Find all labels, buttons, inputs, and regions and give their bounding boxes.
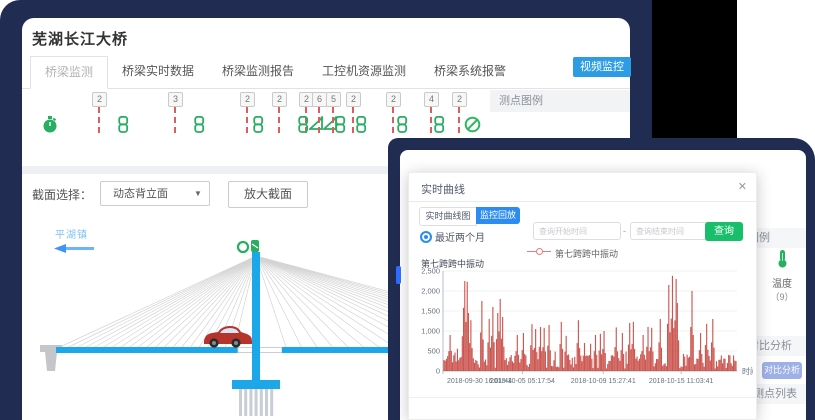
tab-monitor-playback[interactable]: 监控回放 bbox=[476, 207, 520, 224]
tab-2[interactable]: 桥梁监测报告 bbox=[208, 56, 308, 87]
dialog-title: 实时曲线 bbox=[421, 181, 465, 197]
svg-text:2,500: 2,500 bbox=[421, 267, 440, 276]
link-icon[interactable] bbox=[253, 116, 264, 138]
link-icon[interactable] bbox=[194, 116, 205, 138]
legend-line-marker bbox=[527, 251, 551, 252]
video-monitor-button[interactable]: 视频监控 bbox=[573, 57, 631, 77]
radio-last-two-months[interactable] bbox=[420, 231, 432, 243]
sensor-count-badge[interactable]: 2 bbox=[346, 92, 361, 107]
zoom-section-button[interactable]: 放大截面 bbox=[228, 181, 308, 208]
sensor-dashed-line bbox=[352, 107, 354, 133]
svg-text:2018-10-05 05:17:54: 2018-10-05 05:17:54 bbox=[490, 378, 555, 385]
temperature-count: （9） bbox=[758, 290, 806, 303]
section-select-label: 截面选择： bbox=[32, 186, 92, 203]
sensor-count-badge[interactable]: 5 bbox=[326, 92, 341, 107]
link-icon[interactable] bbox=[434, 116, 445, 138]
noentry-icon[interactable] bbox=[464, 116, 481, 138]
tower-cap bbox=[232, 380, 280, 389]
tab-4[interactable]: 桥梁系统报警 bbox=[420, 56, 520, 87]
legend-panel-title: 测点图例 bbox=[490, 90, 630, 112]
svg-text:0: 0 bbox=[436, 367, 440, 376]
svg-text:1,000: 1,000 bbox=[421, 327, 440, 336]
link-icon[interactable] bbox=[298, 116, 309, 138]
link-icon[interactable] bbox=[356, 116, 367, 138]
screenshot-canvas: 芜湖长江大桥 桥梁监测桥梁实时数据桥梁监测报告工控机资源监测桥梁系统报警 视频监… bbox=[0, 0, 815, 420]
close-icon[interactable]: ✕ bbox=[738, 180, 747, 193]
bridge-tower bbox=[252, 252, 260, 380]
temperature-label: 温度 bbox=[758, 275, 806, 290]
tab-1[interactable]: 桥梁实时数据 bbox=[108, 56, 208, 87]
tower-piles bbox=[239, 389, 273, 416]
sidebar-temperature-item[interactable]: 温度 （9） bbox=[758, 250, 806, 303]
sensor-count-badge[interactable]: 2 bbox=[452, 92, 467, 107]
svg-text:2018-10-15 11:03:41: 2018-10-15 11:03:41 bbox=[649, 378, 714, 385]
scrollbar-thumb[interactable] bbox=[396, 266, 401, 284]
range-separator: - bbox=[623, 226, 626, 236]
svg-text:2,000: 2,000 bbox=[421, 287, 440, 296]
svg-text:时间: 时间 bbox=[742, 366, 753, 376]
dialog-header: 实时曲线 ✕ bbox=[409, 173, 756, 202]
sensor-count-badge[interactable]: 2 bbox=[386, 92, 401, 107]
svg-text:500: 500 bbox=[427, 347, 440, 356]
chevron-down-icon[interactable]: ▼ bbox=[194, 181, 202, 206]
sensor-count-badge[interactable]: 2 bbox=[272, 92, 287, 107]
thermometer-icon bbox=[776, 250, 789, 268]
sensor-dashed-line bbox=[98, 107, 100, 133]
vibration-chart[interactable]: 05001,0001,5002,0002,5002018-09-30 16:01… bbox=[417, 265, 753, 395]
sensor-count-badge[interactable]: 3 bbox=[168, 92, 183, 107]
sensor-dashed-line bbox=[246, 107, 248, 133]
svg-text:1,500: 1,500 bbox=[421, 307, 440, 316]
tab-realtime-curve[interactable]: 实时曲线图 bbox=[419, 207, 477, 226]
link-icon[interactable] bbox=[118, 116, 129, 138]
link-icon[interactable] bbox=[335, 116, 346, 138]
dialog-footer-divider bbox=[409, 397, 756, 398]
left-arrow-icon bbox=[54, 244, 94, 253]
car bbox=[204, 326, 252, 348]
black-rect-top-right bbox=[652, 0, 737, 138]
main-tabbar: 桥梁监测桥梁实时数据桥梁监测报告工控机资源监测桥梁系统报警 bbox=[22, 56, 630, 89]
tower-top-sensor-icons[interactable] bbox=[238, 240, 259, 252]
page-title: 芜湖长江大桥 bbox=[32, 28, 128, 49]
realtime-curve-dialog: 实时曲线 ✕ 实时曲线图 监控回放 最近两个月 - 查询 第七跨跨中振动 第七跨… bbox=[408, 172, 757, 420]
link-icon[interactable] bbox=[397, 116, 408, 138]
sensor-dashed-line bbox=[392, 107, 394, 133]
sensor-count-badge[interactable]: 2 bbox=[92, 92, 107, 107]
query-button[interactable]: 查询 bbox=[705, 222, 743, 241]
sensor-dashed-line bbox=[278, 107, 280, 133]
sensor-row: 23222652242 bbox=[22, 90, 492, 144]
sensor-count-badge[interactable]: 2 bbox=[240, 92, 255, 107]
sensor-dashed-line bbox=[174, 107, 176, 133]
chart-legend-label: 第七跨跨中振动 bbox=[555, 247, 618, 260]
svg-text:2018-10-09 15:27:41: 2018-10-09 15:27:41 bbox=[571, 378, 636, 385]
query-start-time-input[interactable] bbox=[533, 222, 621, 240]
sensor-dashed-line bbox=[458, 107, 460, 133]
radio-label: 最近两个月 bbox=[435, 229, 485, 244]
angle-icon[interactable] bbox=[309, 116, 323, 136]
tab-0[interactable]: 桥梁监测 bbox=[30, 56, 108, 89]
bridge-deck bbox=[282, 347, 392, 353]
watch-icon[interactable] bbox=[42, 116, 58, 139]
sensor-dashed-line bbox=[318, 107, 320, 133]
bridge-deck bbox=[56, 347, 238, 353]
sensor-count-badge[interactable]: 6 bbox=[312, 92, 327, 107]
sensor-dashed-line bbox=[430, 107, 432, 133]
compare-analysis-button[interactable]: 对比分析 bbox=[762, 362, 802, 379]
tab-3[interactable]: 工控机资源监测 bbox=[308, 56, 420, 87]
sensor-count-badge[interactable]: 4 bbox=[424, 92, 439, 107]
